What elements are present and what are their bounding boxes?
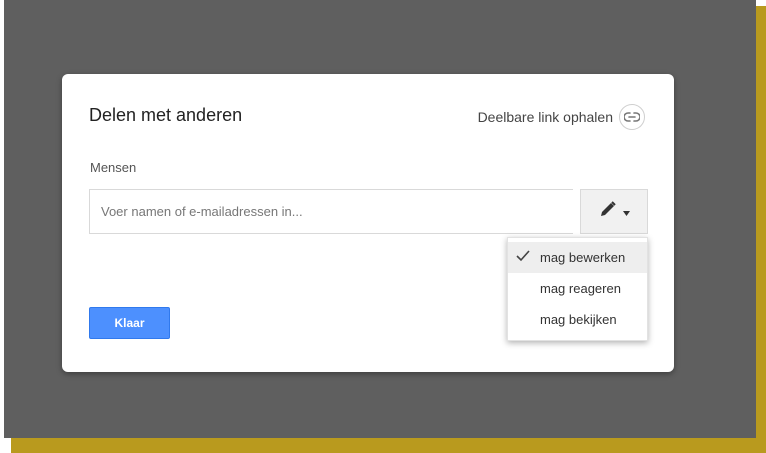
pencil-icon xyxy=(599,200,617,223)
done-button[interactable]: Klaar xyxy=(89,307,170,339)
menu-item-can-view[interactable]: mag bekijken xyxy=(508,304,647,335)
menu-item-label: mag reageren xyxy=(540,281,621,296)
dialog-title: Delen met anderen xyxy=(89,105,243,125)
people-label: Mensen xyxy=(90,160,137,175)
menu-item-can-comment[interactable]: mag reageren xyxy=(508,273,647,304)
menu-item-label: mag bewerken xyxy=(540,250,626,265)
permission-dropdown-button[interactable] xyxy=(580,189,648,234)
check-icon xyxy=(516,250,530,265)
permission-menu: mag bewerken mag reageren mag bekijken xyxy=(507,237,648,341)
menu-item-label: mag bekijken xyxy=(540,312,617,327)
modal-overlay: Delen met anderen Deelbare link ophalen … xyxy=(4,0,756,438)
menu-item-can-edit[interactable]: mag bewerken xyxy=(508,242,647,273)
share-dialog: Delen met anderen Deelbare link ophalen … xyxy=(62,74,674,372)
get-shareable-link[interactable]: Deelbare link ophalen xyxy=(478,104,645,130)
link-icon[interactable] xyxy=(619,104,645,130)
people-input[interactable] xyxy=(89,189,573,234)
caret-down-icon xyxy=(622,203,630,221)
share-link-label: Deelbare link ophalen xyxy=(477,109,613,125)
screenshot-frame: Delen met anderen Deelbare link ophalen … xyxy=(0,0,766,453)
